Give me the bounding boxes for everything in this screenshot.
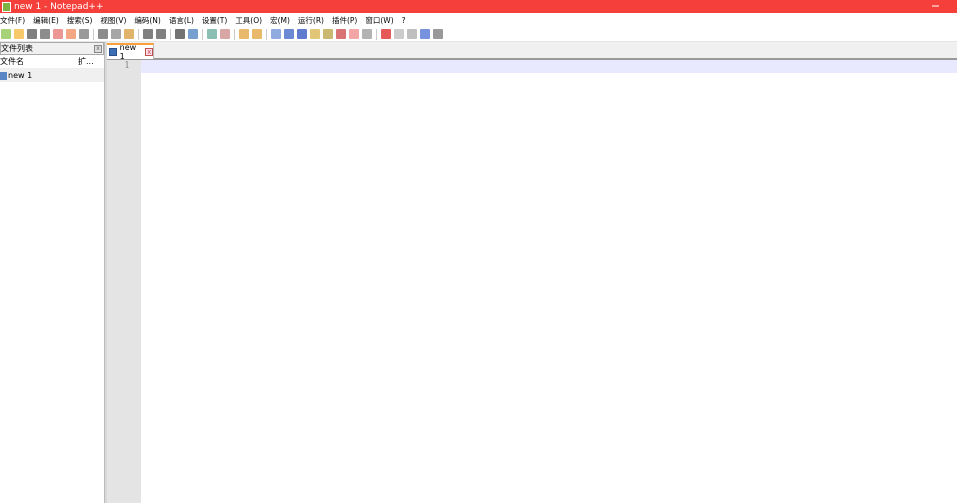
menu-item[interactable]: 搜索(S) <box>67 15 97 26</box>
menu-item[interactable]: 宏(M) <box>270 15 294 26</box>
column-header-name[interactable]: 文件名 <box>0 56 78 67</box>
menu-item[interactable]: 设置(T) <box>202 15 231 26</box>
copy-icon[interactable] <box>111 29 121 39</box>
title-bar: new 1 - Notepad++ <box>0 0 957 13</box>
toolbar-separator <box>376 28 377 40</box>
current-line-highlight <box>141 60 957 73</box>
monitoring-icon[interactable] <box>362 29 372 39</box>
close-all-icon[interactable] <box>66 29 76 39</box>
file-list-panel: 文件列表 x 文件名 扩... new 1 <box>0 42 104 503</box>
notepad-app-icon <box>2 1 11 12</box>
file-name: new 1 <box>8 71 33 80</box>
toolbar-separator <box>266 28 267 40</box>
indent-guide-icon[interactable] <box>297 29 307 39</box>
menu-item[interactable]: 编辑(E) <box>33 15 63 26</box>
menu-item[interactable]: ? <box>402 16 410 25</box>
toolbar-separator <box>93 28 94 40</box>
minimize-button[interactable] <box>932 5 939 7</box>
function-list-icon[interactable] <box>336 29 346 39</box>
menu-item[interactable]: 语言(L) <box>169 15 198 26</box>
tab-new-1[interactable]: new 1 x <box>107 43 154 61</box>
window-title: new 1 - Notepad++ <box>14 1 104 12</box>
stop-record-icon[interactable] <box>394 29 404 39</box>
tab-bar: new 1 x <box>107 42 957 61</box>
menu-item[interactable]: 窗口(W) <box>365 15 397 26</box>
toolbar-separator <box>138 28 139 40</box>
new-file-icon[interactable] <box>1 29 11 39</box>
doc-map-icon[interactable] <box>323 29 333 39</box>
tab-label: new 1 <box>119 43 137 61</box>
close-icon[interactable] <box>53 29 63 39</box>
toolbar-separator <box>234 28 235 40</box>
zoom-in-icon[interactable] <box>207 29 217 39</box>
replace-icon[interactable] <box>188 29 198 39</box>
editor-area[interactable] <box>141 60 957 503</box>
menu-item[interactable]: 插件(P) <box>332 15 361 26</box>
word-wrap-icon[interactable] <box>271 29 281 39</box>
sync-horizontal-icon[interactable] <box>252 29 262 39</box>
record-macro-icon[interactable] <box>381 29 391 39</box>
column-header-ext[interactable]: 扩... <box>78 56 94 67</box>
find-icon[interactable] <box>175 29 185 39</box>
sync-vertical-icon[interactable] <box>239 29 249 39</box>
undo-icon[interactable] <box>143 29 153 39</box>
cut-icon[interactable] <box>98 29 108 39</box>
show-all-chars-icon[interactable] <box>284 29 294 39</box>
file-list-item[interactable]: new 1 <box>0 69 104 82</box>
toolbar-separator <box>202 28 203 40</box>
udl-icon[interactable] <box>310 29 320 39</box>
redo-icon[interactable] <box>156 29 166 39</box>
toolbar <box>0 27 957 42</box>
line-number-gutter: 1 <box>107 60 141 503</box>
line-number: 1 <box>124 61 130 71</box>
panel-title: 文件列表 <box>1 44 33 53</box>
save-macro-icon[interactable] <box>433 29 443 39</box>
save-all-icon[interactable] <box>40 29 50 39</box>
menu-item[interactable]: 文件(F) <box>0 15 29 26</box>
save-icon[interactable] <box>27 29 37 39</box>
print-icon[interactable] <box>79 29 89 39</box>
menu-bar: 文件(F) 编辑(E) 搜索(S) 视图(V) 编码(N) 语言(L) 设置(T) 工具(O)… <box>0 13 957 27</box>
menu-item[interactable]: 工具(O) <box>235 15 266 26</box>
column-headers: 文件名 扩... <box>0 55 104 69</box>
menu-item[interactable]: 编码(N) <box>134 15 164 26</box>
open-file-icon[interactable] <box>14 29 24 39</box>
toolbar-separator <box>170 28 171 40</box>
play-macro-icon[interactable] <box>407 29 417 39</box>
panel-header: 文件列表 x <box>0 42 104 55</box>
zoom-out-icon[interactable] <box>220 29 230 39</box>
menu-item[interactable]: 视图(V) <box>100 15 130 26</box>
panel-close-button[interactable]: x <box>94 44 102 53</box>
file-icon <box>0 71 7 80</box>
paste-icon[interactable] <box>124 29 134 39</box>
save-state-icon <box>109 48 117 56</box>
folder-workspace-icon[interactable] <box>349 29 359 39</box>
tab-close-button[interactable]: x <box>145 48 153 56</box>
menu-item[interactable]: 运行(R) <box>298 15 328 26</box>
run-macro-multiple-icon[interactable] <box>420 29 430 39</box>
